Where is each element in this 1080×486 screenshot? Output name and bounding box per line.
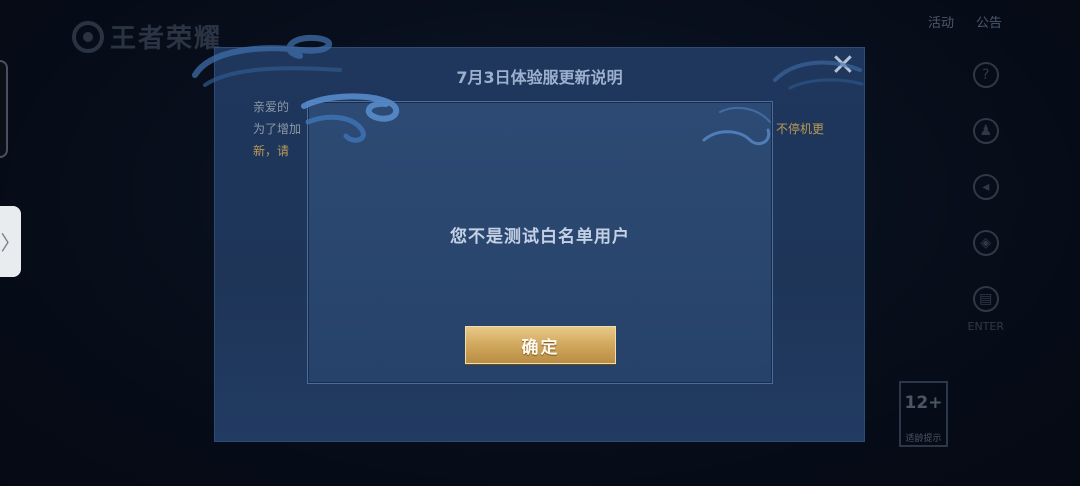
top-menu-item-activity[interactable]: 活动 (928, 12, 954, 31)
notice-highlight-text: 不停机更 (775, 122, 824, 136)
age-rating-sub: 适龄提示 (905, 434, 942, 444)
close-icon[interactable]: ✕ (830, 51, 856, 81)
shield-icon[interactable]: ◈ (972, 230, 999, 256)
logo-ring-icon (72, 20, 104, 53)
dialog-message: 您不是测试白名单用户 (450, 227, 630, 247)
whitelist-alert-dialog: 您不是测试白名单用户 确定 (307, 101, 773, 384)
left-edge-frame (0, 60, 8, 158)
side-drawer-handle[interactable]: 〉 (0, 206, 21, 277)
top-right-menu: 活动 公告 (928, 12, 1002, 31)
side-toolbar-label: ENTER (967, 320, 1005, 333)
side-toolbar: ? ♟ ◂ ◈ ▤ ENTER (967, 62, 1005, 333)
chevron-right-icon: 〉 (0, 231, 21, 255)
top-menu-item-notice[interactable]: 公告 (976, 12, 1002, 31)
person-icon[interactable]: ♟ (972, 118, 999, 144)
age-rating-value: 12+ (904, 393, 943, 413)
age-rating-badge: 12+ 适龄提示 (899, 381, 948, 447)
update-notice-title: 7月3日体验服更新说明 (456, 68, 623, 87)
game-logo: 王者荣耀 (72, 18, 222, 55)
confirm-button[interactable]: 确定 (465, 326, 616, 364)
question-icon[interactable]: ? (972, 62, 999, 88)
logo-text: 王者荣耀 (110, 24, 223, 54)
speaker-icon[interactable]: ◂ (972, 174, 999, 200)
document-icon[interactable]: ▤ (972, 286, 999, 312)
